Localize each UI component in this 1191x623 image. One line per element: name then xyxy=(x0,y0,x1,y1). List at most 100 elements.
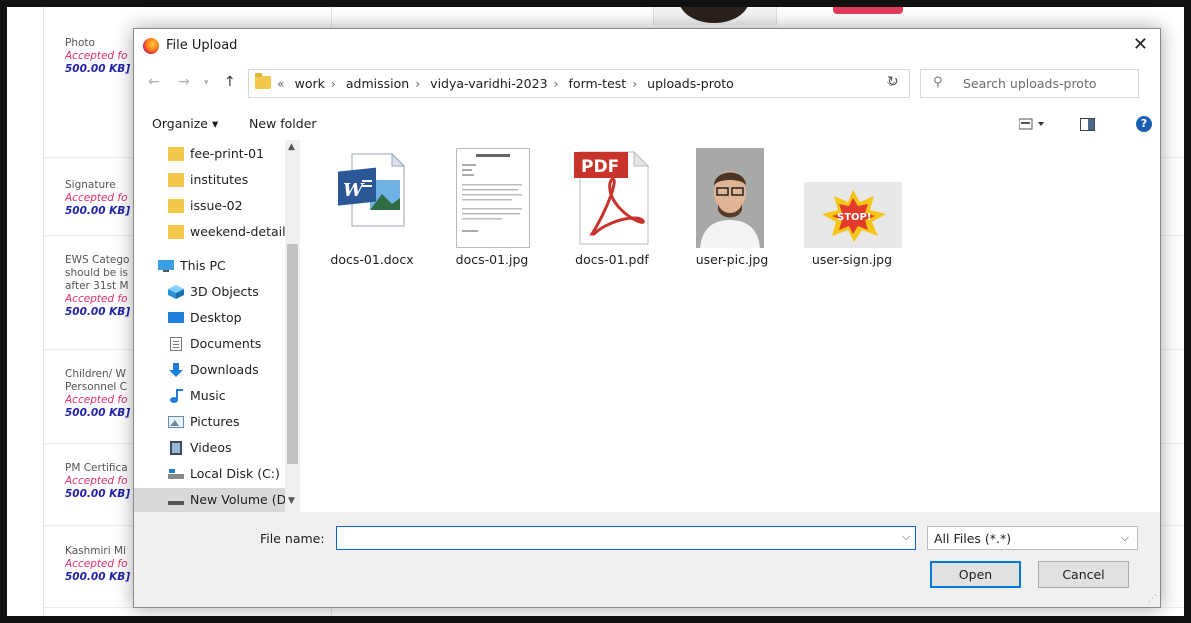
nav-item-new-volume-d[interactable]: New Volume (D:) xyxy=(134,488,295,512)
chevron-down-icon[interactable]: ⌵ xyxy=(902,530,910,544)
stop-sticker-thumbnail: STOP! xyxy=(804,182,902,248)
nav-scrollbar[interactable]: ▲ ▼ xyxy=(285,140,300,512)
file-upload-dialog: File Upload ✕ ← → ▾ ↑ « work › admission ›… xyxy=(133,28,1161,608)
breadcrumb-item[interactable]: form-test xyxy=(569,76,627,91)
breadcrumb-item[interactable]: uploads-proto xyxy=(647,76,734,91)
nav-item-label: Pictures xyxy=(190,414,240,429)
nav-item-label: weekend-details xyxy=(190,224,293,239)
svg-text:W: W xyxy=(343,180,365,201)
nav-item-pictures[interactable]: Pictures xyxy=(134,410,286,434)
nav-item-label: Desktop xyxy=(190,310,242,325)
resize-grip-icon[interactable]: ⋰ xyxy=(1148,594,1157,604)
pictures-icon xyxy=(168,416,184,428)
title-bar: File Upload ✕ xyxy=(134,29,1160,63)
file-name-label: File name: xyxy=(260,531,325,546)
address-bar[interactable]: « work › admission › vidya-varidhi-2023 › f… xyxy=(248,69,910,98)
nav-item-label: Local Disk (C:) xyxy=(190,466,280,481)
breadcrumb-item[interactable]: vidya-varidhi-2023 xyxy=(430,76,547,91)
nav-item-issue-02[interactable]: issue-02 xyxy=(134,194,286,218)
chevron-down-icon: ⌵ xyxy=(1120,531,1129,544)
scroll-up-icon[interactable]: ▲ xyxy=(288,142,295,152)
folder-icon xyxy=(255,73,271,89)
folder-icon xyxy=(168,147,184,161)
documents-icon xyxy=(170,337,182,351)
downloads-icon xyxy=(169,363,183,377)
search-icon: ⚲ xyxy=(933,75,943,90)
videos-icon xyxy=(170,441,182,455)
organize-menu[interactable]: Organize ▾ xyxy=(152,116,218,131)
nav-item-desktop[interactable]: Desktop xyxy=(134,306,286,330)
cancel-button[interactable]: Cancel xyxy=(1038,561,1129,588)
nav-item-label: Downloads xyxy=(190,362,259,377)
chevron-right-icon: › xyxy=(632,76,638,91)
file-name: docs-01.docx xyxy=(330,252,414,267)
nav-item-label: Videos xyxy=(190,440,232,455)
new-folder-button[interactable]: New folder xyxy=(249,116,317,131)
drive-icon xyxy=(168,501,184,505)
navigation-bar: ← → ▾ ↑ « work › admission › vidya-varidhi… xyxy=(134,67,1160,99)
nav-item-music[interactable]: Music xyxy=(134,384,286,408)
file-name: user-sign.jpg xyxy=(811,252,893,267)
up-arrow-icon[interactable]: ↑ xyxy=(224,74,236,90)
close-button[interactable]: ✕ xyxy=(1133,34,1148,55)
cube-icon xyxy=(168,285,184,299)
file-name: docs-01.jpg xyxy=(455,252,529,267)
nav-item-downloads[interactable]: Downloads xyxy=(134,358,286,382)
word-doc-icon: W xyxy=(338,152,406,227)
preview-pane-icon[interactable] xyxy=(1080,118,1096,132)
open-button[interactable]: Open xyxy=(930,561,1021,588)
uploaded-photo-preview xyxy=(653,7,777,25)
nav-item-label: This PC xyxy=(180,258,226,273)
nav-item-label: issue-02 xyxy=(190,198,243,213)
scrollbar-thumb[interactable] xyxy=(287,244,298,464)
change-view-icon[interactable] xyxy=(1019,118,1047,130)
help-icon[interactable]: ? xyxy=(1136,116,1152,132)
command-bar: Organize ▾ New folder ? xyxy=(134,109,1160,139)
svg-text:PDF: PDF xyxy=(581,157,619,177)
music-icon xyxy=(170,389,183,403)
file-name: docs-01.pdf xyxy=(575,252,649,267)
file-name-label-text: File name: xyxy=(260,531,325,546)
breadcrumb: « work › admission › vidya-varidhi-2023 › f… xyxy=(277,76,740,91)
folder-icon xyxy=(168,199,184,213)
folder-icon xyxy=(168,225,184,239)
nav-item-fee-print-01[interactable]: fee-print-01 xyxy=(134,142,286,166)
chevron-right-icon: › xyxy=(553,76,559,91)
nav-item-documents[interactable]: Documents xyxy=(134,332,286,356)
search-box[interactable]: ⚲ Search uploads-proto xyxy=(920,69,1139,98)
nav-item-weekend-details[interactable]: weekend-details xyxy=(134,220,292,244)
nav-item-this-pc[interactable]: This PC xyxy=(134,254,286,278)
desktop-icon xyxy=(168,312,184,323)
scroll-down-icon[interactable]: ▼ xyxy=(288,496,295,506)
back-arrow-icon[interactable]: ← xyxy=(148,74,160,90)
recent-locations-icon[interactable]: ▾ xyxy=(204,78,209,88)
nav-item-label: fee-print-01 xyxy=(190,146,265,161)
pdf-icon: PDF xyxy=(574,150,650,245)
search-placeholder: Search uploads-proto xyxy=(963,76,1097,91)
nav-item-local-disk-c[interactable]: Local Disk (C:) xyxy=(134,462,286,486)
refresh-icon[interactable]: ↻ xyxy=(887,74,899,90)
nav-item-label: New Volume (D:) xyxy=(190,492,296,507)
remove-badge xyxy=(833,7,903,14)
breadcrumb-overflow[interactable]: « xyxy=(277,76,285,91)
nav-item-label: Music xyxy=(190,388,226,403)
breadcrumb-item[interactable]: admission xyxy=(346,76,409,91)
nav-item-label: Documents xyxy=(190,336,262,351)
navigation-pane: fee-print-01 institutes issue-02 weekend… xyxy=(134,140,301,512)
forward-arrow-icon[interactable]: → xyxy=(178,74,190,90)
nav-item-label: institutes xyxy=(190,172,249,187)
disk-icon xyxy=(168,469,184,479)
nav-item-institutes[interactable]: institutes xyxy=(134,168,286,192)
nav-item-videos[interactable]: Videos xyxy=(134,436,286,460)
dialog-title: File Upload xyxy=(166,38,238,53)
nav-item-3d-objects[interactable]: 3D Objects xyxy=(134,280,286,304)
dialog-footer: File name: ⌵ All Files (*.*) ⌵ Open Canc… xyxy=(134,512,1160,607)
file-type-value: All Files (*.*) xyxy=(934,531,1012,546)
file-type-select[interactable]: All Files (*.*) ⌵ xyxy=(927,526,1138,550)
file-name-input[interactable] xyxy=(336,526,916,550)
breadcrumb-item[interactable]: work xyxy=(295,76,325,91)
folder-icon xyxy=(168,173,184,187)
pc-icon xyxy=(158,260,174,272)
svg-text:STOP!: STOP! xyxy=(837,212,871,223)
file-list: W docs-01.docx docs-01.jpg PDF docs-01.p… xyxy=(304,140,1154,512)
